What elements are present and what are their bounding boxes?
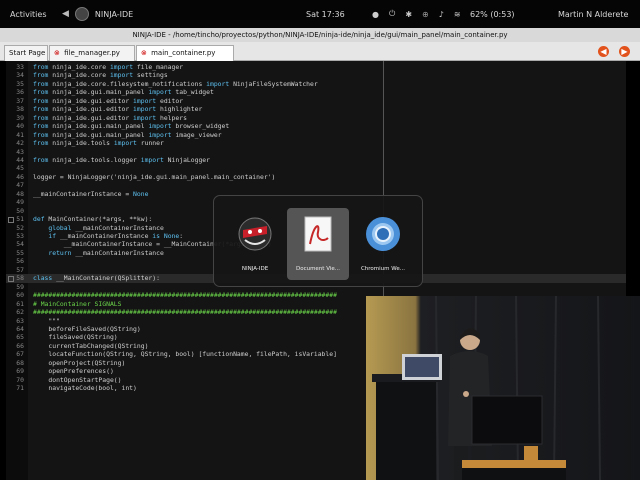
record-icon[interactable]: ● <box>372 10 379 19</box>
code-text: class __MainContainer(QSplitter): <box>33 274 160 283</box>
code-text: from ninja_ide.gui.main_panel import tab… <box>33 88 214 97</box>
tab-main-container[interactable]: ⊗ main_container.py <box>136 45 234 61</box>
ninja-logo-icon <box>74 7 89 21</box>
code-text: """ <box>33 316 60 325</box>
fold-marker-icon[interactable] <box>8 275 14 282</box>
clock[interactable]: Sat 17:36 <box>306 10 345 19</box>
code-text: from ninja_ide.gui.editor import helpers <box>33 113 187 122</box>
app-menu[interactable]: ◀ NINJA-IDE <box>62 7 133 21</box>
code-text: return __mainContainerInstance <box>48 248 164 257</box>
fold-marker-icon[interactable] <box>8 216 14 223</box>
chromium-icon <box>366 217 400 251</box>
tab-start-page[interactable]: Start Page <box>4 45 48 61</box>
user-menu[interactable]: Martin N Alderete <box>558 10 628 19</box>
code-text: openProject(QString) <box>33 358 126 367</box>
tab-label: Start Page <box>9 49 46 57</box>
code-text: # MainContainer SIGNALS <box>33 299 122 308</box>
code-text: __mainContainerInstance = None <box>33 189 149 198</box>
line-number: 71 <box>16 384 24 393</box>
code-text: ########################################… <box>33 291 337 300</box>
switcher-item-chromium[interactable]: Chromium We... <box>352 208 414 280</box>
ninja-ide-icon <box>238 217 272 251</box>
code-text: from ninja_ide.core import file_manager <box>33 63 184 71</box>
code-text: global __mainContainerInstance <box>48 223 164 232</box>
code-text: logger = NinjaLogger('ninja_ide.gui.main… <box>33 172 276 181</box>
code-text: from ninja_ide.gui.main_panel import ima… <box>33 130 222 139</box>
code-text: navigateCode(bool, int) <box>33 384 137 393</box>
code-text: fileSaved(QString) <box>33 333 118 342</box>
code-text: dontOpenStartPage() <box>33 375 122 384</box>
code-text: locateFunction(QString, QString, bool) [… <box>33 350 337 359</box>
activities-button[interactable]: Activities <box>10 10 47 19</box>
code-text: currentTabChanged(QString) <box>33 341 149 350</box>
code-text: from ninja_ide.gui.editor import editor <box>33 96 184 105</box>
code-text: from ninja_ide.core.filesystem_notificat… <box>33 79 318 88</box>
speaker-video-image <box>366 296 640 480</box>
code-text: def MainContainer(*args, **kw): <box>33 215 153 224</box>
switcher-label: Document Vie... <box>295 266 341 272</box>
back-arrow-icon: ◀ <box>62 9 69 19</box>
tab-prev-icon[interactable]: ◀ <box>598 46 609 57</box>
tab-navigation: ◀ ▶ <box>598 46 630 57</box>
code-text: from ninja_ide.gui.main_panel import bro… <box>33 122 230 131</box>
window-title: NINJA-IDE - /home/tincho/proyectos/pytho… <box>0 28 640 42</box>
switcher-label: Chromium We... <box>360 266 406 272</box>
tab-label: main_container.py <box>151 49 216 57</box>
switcher-item-ninja-ide[interactable]: NINJA-IDE <box>224 208 286 280</box>
document-viewer-icon <box>304 216 332 252</box>
code-text: from ninja_ide.core import settings <box>33 71 168 80</box>
code-text: openPreferences() <box>33 367 114 376</box>
tab-label: file_manager.py <box>64 49 120 57</box>
tab-bar: Start Page ⊗ file_manager.py ⊗ main_cont… <box>0 42 640 61</box>
switcher-item-document-viewer[interactable]: Document Vie... <box>287 208 349 280</box>
app-switcher: NINJA-IDE Document Vie... Chromium We... <box>213 195 423 287</box>
code-text: from ninja_ide.gui.editor import highlig… <box>33 105 203 114</box>
battery-status[interactable]: 62% (0:53) <box>470 10 515 19</box>
top-panel: Activities ◀ NINJA-IDE Sat 17:36 ● ⏻ ✱ ⊕… <box>0 0 640 28</box>
accessibility-icon[interactable]: ⊕ <box>422 10 429 19</box>
code-text: beforeFileSaved(QString) <box>33 324 141 333</box>
tab-next-icon[interactable]: ▶ <box>619 46 630 57</box>
close-icon[interactable]: ⊗ <box>141 49 147 57</box>
code-text: ########################################… <box>33 308 337 317</box>
app-menu-label: NINJA-IDE <box>94 9 134 19</box>
system-tray: ● ⏻ ✱ ⊕ ♪ ≋ <box>372 9 461 19</box>
bluetooth-icon[interactable]: ✱ <box>405 10 412 19</box>
volume-icon[interactable]: ♪ <box>439 10 444 19</box>
wifi-icon[interactable]: ≋ <box>454 10 461 19</box>
code-text: from ninja_ide.tools import runner <box>33 139 164 148</box>
tab-file-manager[interactable]: ⊗ file_manager.py <box>49 45 135 61</box>
webcam-overlay <box>366 296 640 480</box>
power-icon[interactable]: ⏻ <box>389 9 395 19</box>
switcher-label: NINJA-IDE <box>241 266 269 272</box>
close-icon[interactable]: ⊗ <box>54 49 60 57</box>
code-text: if __mainContainerInstance is None: <box>48 232 184 240</box>
code-text: from ninja_ide.tools.logger import Ninja… <box>33 155 210 164</box>
